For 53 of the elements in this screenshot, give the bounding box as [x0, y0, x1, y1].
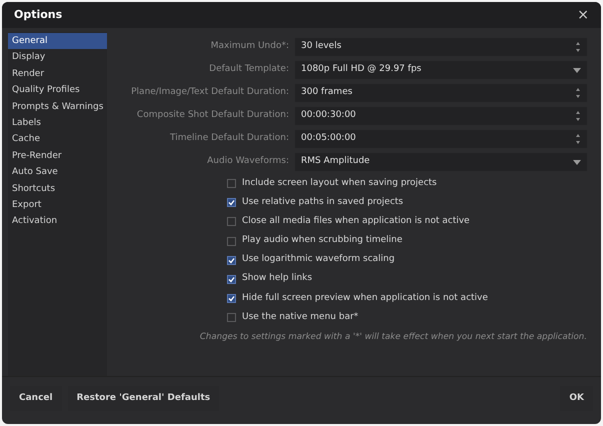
dropdown[interactable]: RMS Amplitude	[295, 153, 587, 171]
field-label: Composite Shot Default Duration:	[136, 109, 289, 122]
checkbox[interactable]	[227, 179, 236, 188]
check-icon	[228, 276, 235, 283]
sidebar-item[interactable]: Prompts & Warnings	[8, 98, 107, 116]
sidebar-item[interactable]: Activation	[8, 213, 107, 230]
checkbox[interactable]	[227, 217, 236, 226]
spin-field[interactable]: 30 levels	[295, 38, 587, 56]
sidebar-item[interactable]: Quality Profiles	[8, 82, 107, 99]
spinner-arrows-icon[interactable]	[575, 133, 581, 145]
dropdown[interactable]: 1080p Full HD @ 29.97 fps	[295, 61, 587, 79]
spin-field[interactable]: 00:05:00:00	[295, 130, 587, 148]
checkbox-label: Show help links	[242, 272, 312, 286]
check-icon	[228, 256, 235, 264]
field-label: Plane/Image/Text Default Duration:	[130, 86, 289, 100]
spinner-arrows-icon[interactable]	[575, 41, 581, 53]
close-button[interactable]: ×	[577, 8, 589, 22]
checkbox-label: Use relative paths in saved projects	[242, 196, 404, 210]
sidebar-item[interactable]: Display	[8, 49, 107, 66]
sidebar-item[interactable]: Shortcuts	[8, 180, 107, 198]
sidebar-item[interactable]: Labels	[8, 115, 107, 132]
spin-field[interactable]: 00:00:30:00	[295, 107, 587, 125]
spinner-arrows-icon[interactable]	[575, 87, 581, 99]
spin-field[interactable]: 300 frames	[295, 84, 587, 102]
checkbox-label: Use logarithmic waveform scaling	[242, 253, 395, 266]
checkbox-label: Include screen layout when saving projects	[242, 177, 437, 190]
sidebar-item[interactable]: Render	[8, 66, 107, 82]
checkbox-label: Play audio when scrubbing timeline	[242, 234, 402, 248]
spinner-arrows-icon[interactable]	[575, 110, 581, 122]
field-label: Default Template:	[208, 63, 289, 76]
field-label: Timeline Default Duration:	[169, 132, 289, 146]
field-label: Maximum Undo*:	[210, 40, 289, 54]
field-label: Audio Waveforms:	[206, 155, 289, 168]
checkbox[interactable]	[227, 312, 236, 322]
sidebar-item[interactable]: Pre-Render	[8, 148, 107, 164]
checkbox[interactable]	[227, 256, 236, 265]
checkbox-label: Hide full screen preview when application is not active	[242, 292, 488, 305]
check-icon	[228, 294, 235, 302]
restart-note: Changes to settings marked with a '*' will take effect when you next start the application.	[200, 331, 587, 344]
checkbox-label: Use the native menu bar*	[242, 310, 358, 324]
checkbox-label: Close all media files when application is not active	[242, 215, 470, 228]
checkbox[interactable]	[227, 294, 236, 303]
window-title: Options	[14, 6, 62, 23]
sidebar-item[interactable]: Export	[8, 197, 107, 214]
sidebar-item[interactable]: General	[8, 33, 107, 50]
checkbox[interactable]	[227, 198, 236, 208]
check-icon	[228, 199, 235, 206]
checkbox[interactable]	[227, 236, 236, 246]
checkbox[interactable]	[227, 274, 236, 284]
caret-icon	[573, 68, 581, 72]
sidebar-item[interactable]: Auto Save	[8, 164, 107, 181]
sidebar-item[interactable]: Cache	[8, 131, 107, 148]
caret-icon	[573, 160, 581, 164]
